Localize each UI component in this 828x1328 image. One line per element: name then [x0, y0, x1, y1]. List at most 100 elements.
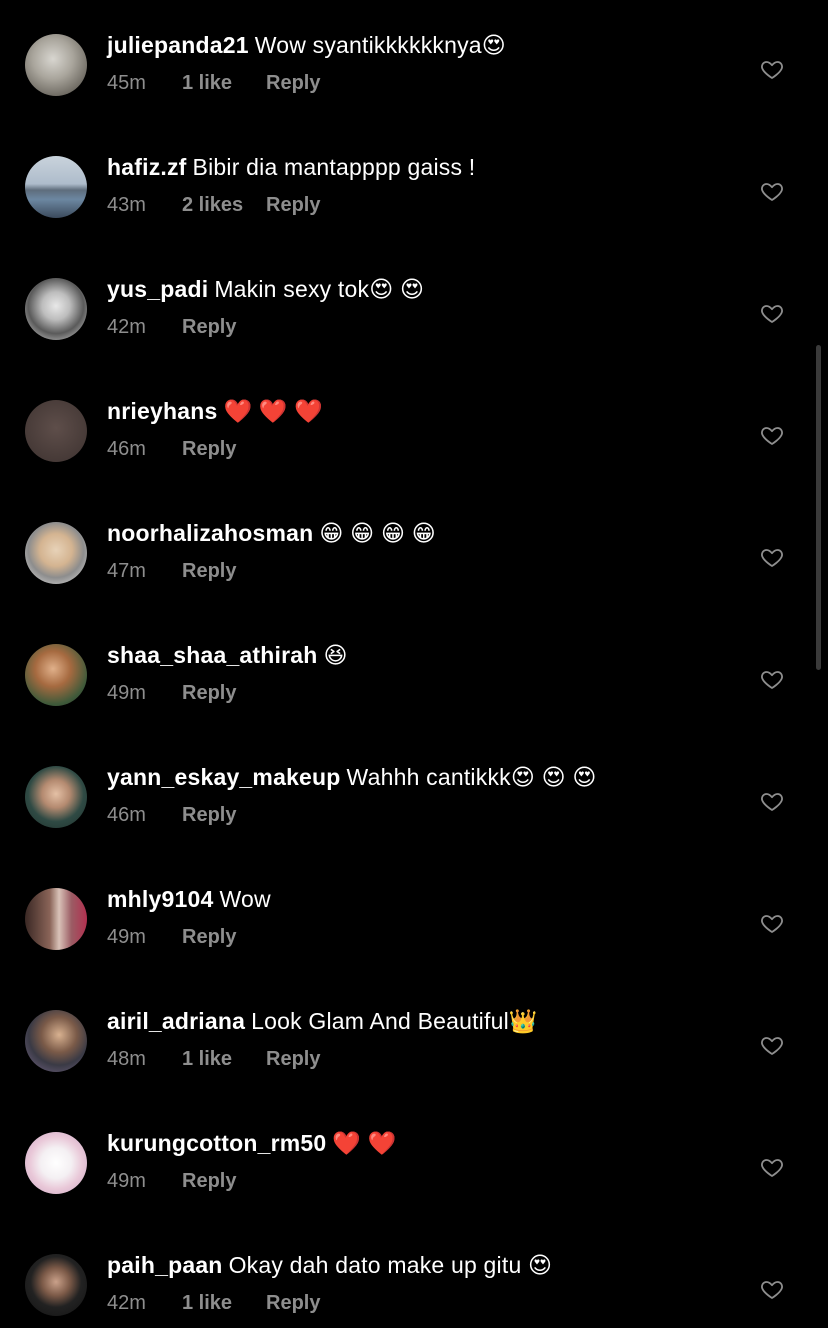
avatar-image — [25, 34, 87, 96]
username-link[interactable]: kurungcotton_rm50 — [107, 1130, 326, 1156]
comment-row: shaa_shaa_athirah 😆 49m Reply — [0, 640, 828, 762]
like-heart-icon[interactable] — [760, 1155, 784, 1179]
reply-button[interactable]: Reply — [182, 314, 236, 340]
like-heart-icon[interactable] — [760, 179, 784, 203]
comment-time: 48m — [107, 1048, 146, 1070]
reply-button[interactable]: Reply — [182, 802, 236, 828]
comment-time: 46m — [107, 438, 146, 460]
reply-button[interactable]: Reply — [182, 680, 236, 706]
comment-time: 43m — [107, 194, 146, 216]
avatar[interactable] — [25, 644, 87, 706]
comment-text-line: noorhalizahosman 😁 😁 😁 😁 — [107, 518, 436, 548]
like-heart-icon[interactable] — [760, 423, 784, 447]
comment-text-line: shaa_shaa_athirah 😆 — [107, 640, 348, 670]
username-link[interactable]: mhly9104 — [107, 886, 213, 912]
comment-text-line: airil_adriana Look Glam And Beautiful👑 — [107, 1006, 538, 1036]
like-heart-icon[interactable] — [760, 57, 784, 81]
comment-text-line: nrieyhans ❤️ ❤️ ❤️ — [107, 396, 323, 426]
comment-meta: 49m Reply — [107, 680, 236, 706]
likes-count-link[interactable]: 1 like — [182, 70, 266, 96]
comment-time: 42m — [107, 316, 146, 338]
avatar[interactable] — [25, 522, 87, 584]
comment-body: Wow syantikkkkkknya😍 — [254, 32, 506, 58]
comment-row: paih_paan Okay dah dato make up gitu 😍 42m… — [0, 1250, 828, 1328]
like-heart-icon[interactable] — [760, 1277, 784, 1301]
like-heart-icon[interactable] — [760, 1033, 784, 1057]
comment-meta: 49m Reply — [107, 924, 236, 950]
avatar-image — [25, 1132, 87, 1194]
comment-row: yann_eskay_makeup Wahhh cantikkk😍 😍 😍 46m R… — [0, 762, 828, 884]
avatar[interactable] — [25, 156, 87, 218]
reply-button[interactable]: Reply — [182, 1168, 236, 1194]
comment-body: 😁 😁 😁 😁 — [319, 520, 436, 546]
comment-meta: 42m 1 like Reply — [107, 1290, 320, 1316]
avatar[interactable] — [25, 400, 87, 462]
like-heart-icon[interactable] — [760, 545, 784, 569]
reply-button[interactable]: Reply — [182, 436, 236, 462]
comment-body: Wahhh cantikkk😍 😍 😍 — [346, 764, 597, 790]
comment-body: Bibir dia mantapppp gaiss ! — [192, 154, 476, 180]
avatar-image — [25, 644, 87, 706]
avatar[interactable] — [25, 34, 87, 96]
reply-button[interactable]: Reply — [266, 1290, 320, 1316]
username-link[interactable]: noorhalizahosman — [107, 520, 313, 546]
comment-text-line: mhly9104 Wow — [107, 884, 271, 914]
reply-button[interactable]: Reply — [266, 192, 320, 218]
avatar[interactable] — [25, 766, 87, 828]
comment-meta: 46m Reply — [107, 802, 236, 828]
like-heart-icon[interactable] — [760, 911, 784, 935]
reply-button[interactable]: Reply — [182, 924, 236, 950]
avatar-image — [25, 1010, 87, 1072]
username-link[interactable]: juliepanda21 — [107, 32, 249, 58]
username-link[interactable]: paih_paan — [107, 1252, 223, 1278]
comment-text-line: yann_eskay_makeup Wahhh cantikkk😍 😍 😍 — [107, 762, 597, 792]
comment-text-line: hafiz.zf Bibir dia mantapppp gaiss ! — [107, 152, 475, 182]
comment-row: juliepanda21 Wow syantikkkkkknya😍 45m 1 lik… — [0, 30, 828, 152]
avatar-image — [25, 156, 87, 218]
avatar-image — [25, 766, 87, 828]
comment-body: Makin sexy tok😍 😍 — [214, 276, 425, 302]
comment-text-line: kurungcotton_rm50 ❤️ ❤️ — [107, 1128, 397, 1158]
comment-text-line: juliepanda21 Wow syantikkkkkknya😍 — [107, 30, 506, 60]
comment-row: noorhalizahosman 😁 😁 😁 😁 47m Reply — [0, 518, 828, 640]
comment-body: ❤️ ❤️ ❤️ — [223, 398, 324, 424]
comment-row: mhly9104 Wow 49m Reply — [0, 884, 828, 1006]
comment-time: 49m — [107, 926, 146, 948]
username-link[interactable]: yus_padi — [107, 276, 208, 302]
username-link[interactable]: shaa_shaa_athirah — [107, 642, 318, 668]
avatar[interactable] — [25, 1132, 87, 1194]
username-link[interactable]: nrieyhans — [107, 398, 217, 424]
avatar[interactable] — [25, 1254, 87, 1316]
like-heart-icon[interactable] — [760, 789, 784, 813]
comment-body: Okay dah dato make up gitu 😍 — [228, 1252, 553, 1278]
comment-row: nrieyhans ❤️ ❤️ ❤️ 46m Reply — [0, 396, 828, 518]
comment-meta: 42m Reply — [107, 314, 236, 340]
username-link[interactable]: yann_eskay_makeup — [107, 764, 341, 790]
avatar-image — [25, 888, 87, 950]
comment-time: 49m — [107, 682, 146, 704]
comment-list: juliepanda21 Wow syantikkkkkknya😍 45m 1 lik… — [0, 0, 828, 1328]
like-heart-icon[interactable] — [760, 301, 784, 325]
avatar[interactable] — [25, 888, 87, 950]
reply-button[interactable]: Reply — [182, 558, 236, 584]
likes-count-link[interactable]: 2 likes — [182, 192, 266, 218]
avatar-image — [25, 400, 87, 462]
comment-meta: 47m Reply — [107, 558, 236, 584]
likes-count-link[interactable]: 1 like — [182, 1046, 266, 1072]
comment-time: 42m — [107, 1292, 146, 1314]
username-link[interactable]: airil_adriana — [107, 1008, 245, 1034]
reply-button[interactable]: Reply — [266, 70, 320, 96]
comment-body: 😆 — [323, 642, 348, 668]
like-heart-icon[interactable] — [760, 667, 784, 691]
scrollbar[interactable] — [816, 345, 821, 670]
reply-button[interactable]: Reply — [266, 1046, 320, 1072]
avatar[interactable] — [25, 278, 87, 340]
comment-meta: 49m Reply — [107, 1168, 236, 1194]
avatar[interactable] — [25, 1010, 87, 1072]
comment-text-line: paih_paan Okay dah dato make up gitu 😍 — [107, 1250, 552, 1280]
comment-time: 49m — [107, 1170, 146, 1192]
comment-row: kurungcotton_rm50 ❤️ ❤️ 49m Reply — [0, 1128, 828, 1250]
username-link[interactable]: hafiz.zf — [107, 154, 187, 180]
likes-count-link[interactable]: 1 like — [182, 1290, 266, 1316]
comment-row: yus_padi Makin sexy tok😍 😍 42m Reply — [0, 274, 828, 396]
